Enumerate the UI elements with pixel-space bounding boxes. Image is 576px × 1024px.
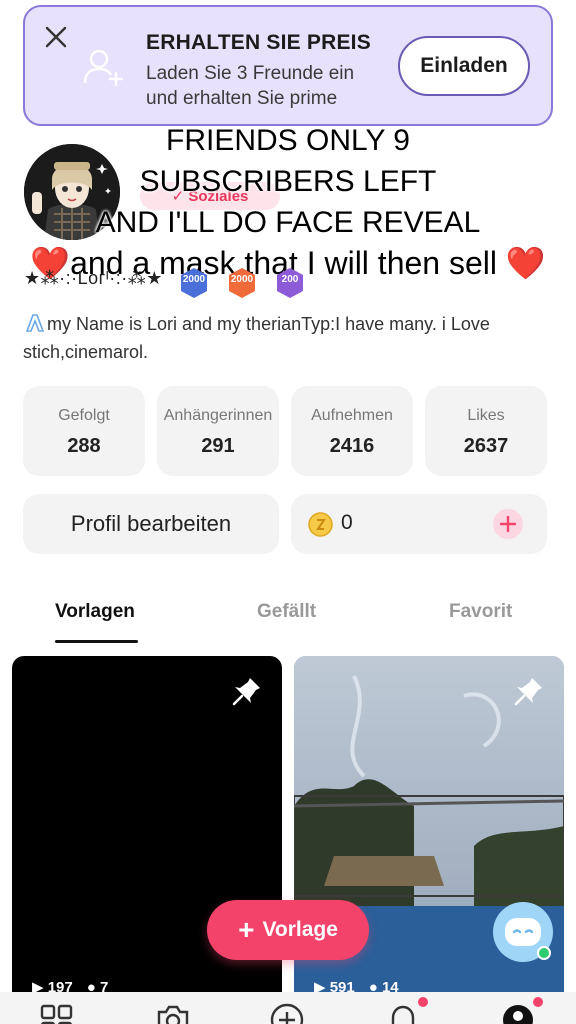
add-icon[interactable] (270, 1002, 304, 1024)
plus-icon: + (238, 914, 255, 945)
tab-indicator (55, 640, 138, 643)
username: ★⁂·:·Lᴏᴦᴵ·:·⁂★ (24, 268, 163, 288)
invite-banner: ERHALTEN SIE PREIS Laden Sie 3 Freunde e… (23, 5, 553, 126)
banner-title: ERHALTEN SIE PREIS (146, 31, 371, 54)
close-icon[interactable] (42, 23, 70, 51)
plus-icon (499, 515, 517, 533)
stat-likes[interactable]: Likes 2637 (425, 386, 547, 476)
stat-recordings[interactable]: Aufnehmen 2416 (291, 386, 413, 476)
profile-icon[interactable] (501, 1002, 535, 1024)
stat-value: 2637 (463, 435, 509, 457)
level-badge[interactable]: 200 (273, 266, 307, 300)
add-friend-icon (83, 49, 124, 87)
bottom-nav (0, 992, 576, 1024)
edit-profile-button[interactable]: Profil bearbeiten (23, 494, 279, 554)
coin-value: 0 (341, 511, 353, 534)
stat-followers[interactable]: Anhängerinnen 291 (157, 386, 279, 476)
coin-balance[interactable]: 0 (291, 494, 547, 554)
avatar[interactable] (24, 144, 120, 240)
stat-label: Likes (467, 407, 505, 424)
add-coins-button[interactable] (493, 509, 523, 539)
level-badge[interactable]: 2000 (225, 266, 259, 300)
stat-value: 291 (201, 435, 235, 457)
assistant-bot-button[interactable] (493, 902, 553, 962)
pin-icon (514, 678, 542, 706)
avatar-image (24, 144, 120, 240)
social-tag[interactable]: ✓ Soziales (140, 182, 280, 210)
profile-bio: my Name is Lori and my therianTyp:I have… (23, 310, 543, 366)
pin-icon (232, 678, 260, 706)
tab-templates[interactable]: Vorlagen (55, 601, 135, 623)
stat-value: 2416 (329, 435, 375, 457)
level-badge[interactable]: 2000 (177, 266, 211, 300)
camera-icon[interactable] (156, 1002, 190, 1024)
stat-label: Anhängerinnen (163, 407, 273, 424)
grid-icon[interactable] (40, 1002, 74, 1024)
template-card[interactable]: ▶ 197 ● 7 (12, 656, 282, 1024)
invite-button[interactable]: Einladen (398, 36, 530, 96)
stat-following[interactable]: Gefolgt 288 (23, 386, 145, 476)
stat-label: Aufnehmen (311, 407, 393, 424)
fab-label: Vorlage (262, 918, 338, 941)
stat-value: 288 (67, 435, 101, 457)
notification-dot (418, 997, 428, 1007)
template-card[interactable]: ▶ 591 ● 14 (294, 656, 564, 1024)
ribbon-icon (25, 314, 45, 332)
banner-subtitle: Laden Sie 3 Freunde ein und erhalten Sie… (146, 63, 355, 109)
bio-text: my Name is Lori and my therianTyp:I have… (23, 314, 490, 362)
stat-label: Gefolgt (58, 407, 110, 424)
heart-emoji: ❤️ (505, 245, 546, 281)
profile-notification-dot (533, 997, 543, 1007)
tab-favorites[interactable]: Favorit (449, 601, 512, 623)
create-template-button[interactable]: + Vorlage (207, 900, 369, 960)
online-indicator (537, 946, 551, 960)
card-thumbnail (294, 656, 564, 1024)
notification-icon[interactable] (386, 1002, 420, 1024)
coin-icon (308, 512, 333, 537)
tab-liked[interactable]: Gefällt (257, 601, 316, 623)
